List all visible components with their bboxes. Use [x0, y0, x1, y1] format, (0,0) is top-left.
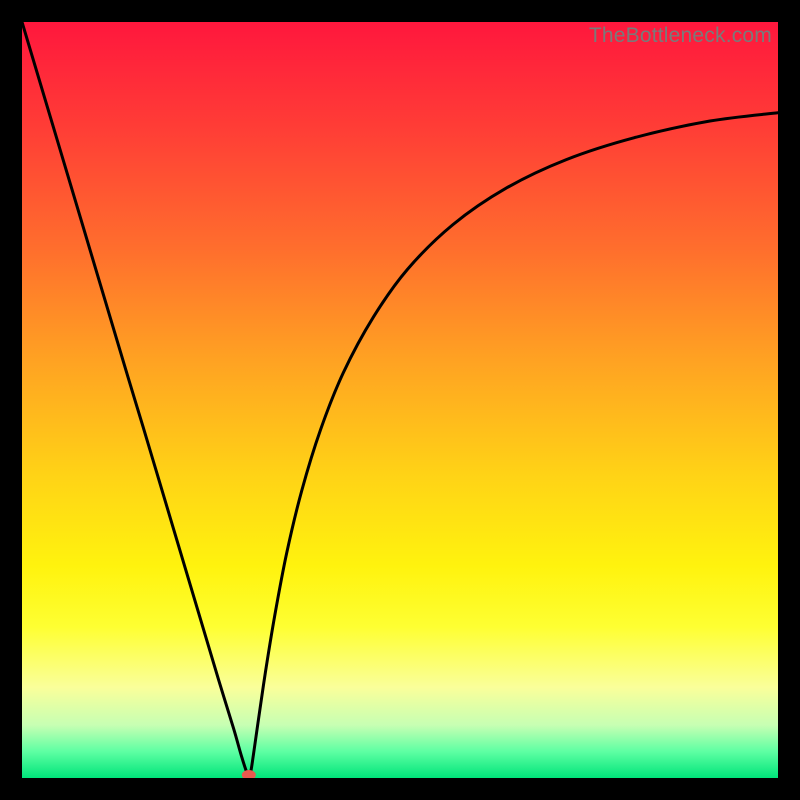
bottleneck-chart	[22, 22, 778, 778]
chart-frame: TheBottleneck.com	[22, 22, 778, 778]
watermark-text: TheBottleneck.com	[589, 24, 772, 48]
